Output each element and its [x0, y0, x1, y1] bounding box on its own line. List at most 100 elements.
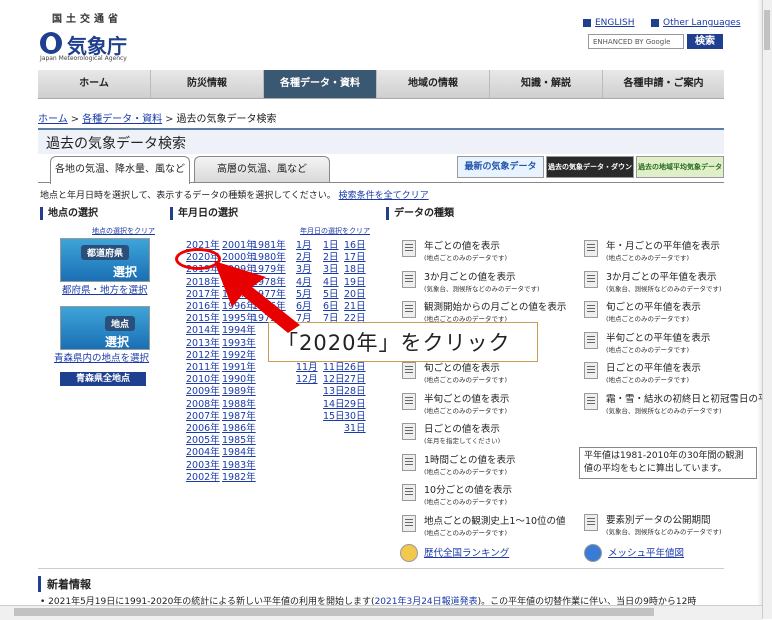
year-option[interactable]: 2003年	[186, 460, 220, 472]
point-link[interactable]: 青森県内の地点を選択	[54, 350, 149, 364]
table-icon[interactable]	[584, 331, 598, 349]
year-option[interactable]: 2009年	[186, 386, 220, 398]
year-option[interactable]: 2002年	[186, 472, 220, 484]
day-option[interactable]: 2日	[323, 252, 345, 264]
horizontal-scroll-thumb[interactable]	[14, 608, 654, 616]
day-option[interactable]: 16日	[344, 240, 366, 252]
all-points-button[interactable]: 青森県全地点	[60, 372, 146, 386]
mesh-normals-link[interactable]: メッシュ平年値図	[608, 545, 684, 559]
year-option[interactable]: 1982年	[222, 472, 256, 484]
year-option[interactable]: 1987年	[222, 411, 256, 423]
day-option[interactable]: 27日	[344, 374, 366, 386]
day-option[interactable]: 14日	[323, 399, 345, 411]
vertical-scroll-thumb[interactable]	[764, 10, 770, 50]
data-type-title[interactable]: 1時間ごとの値を表示	[424, 452, 515, 466]
day-option[interactable]: 12日	[323, 374, 345, 386]
data-type-title[interactable]: 年ごとの値を表示	[424, 238, 500, 252]
data-type-title[interactable]: 日ごとの平年値を表示	[606, 360, 701, 374]
year-option[interactable]: 1990年	[222, 374, 256, 386]
day-option[interactable]: 5日	[323, 289, 345, 301]
day-option[interactable]: 6日	[323, 301, 345, 313]
data-type-title[interactable]: 地点ごとの観測史上1〜10位の値	[424, 513, 566, 527]
year-option[interactable]: 1988年	[222, 399, 256, 411]
other-languages-link[interactable]: Other Languages	[651, 18, 741, 28]
year-option[interactable]: 2012年	[186, 350, 220, 362]
year-option[interactable]: 1981年	[252, 240, 286, 252]
table-icon[interactable]	[584, 240, 598, 257]
data-type-title[interactable]: 観測開始からの月ごとの値を表示	[424, 299, 566, 313]
year-option[interactable]: 2006年	[186, 423, 220, 435]
english-link[interactable]: ENGLISH	[583, 18, 635, 28]
latest-data-banner[interactable]: 最新の気象データ	[457, 156, 544, 178]
day-option[interactable]: 30日	[344, 411, 366, 423]
day-option[interactable]: 17日	[344, 252, 366, 264]
table-icon[interactable]	[584, 392, 598, 410]
data-type-title[interactable]: 半旬ごとの平年値を表示	[606, 330, 710, 344]
data-type-title[interactable]: 日ごとの値を表示	[424, 421, 500, 435]
nav-disaster-info[interactable]: 防災情報	[151, 70, 264, 98]
clear-all-link[interactable]: 検索条件を全てクリア	[339, 191, 429, 201]
day-option[interactable]: 28日	[344, 386, 366, 398]
table-icon[interactable]	[402, 453, 416, 471]
regional-normals-banner[interactable]: 過去の地域平均気象データ	[636, 156, 724, 178]
year-option[interactable]: 2001年	[222, 240, 256, 252]
download-banner[interactable]: 過去の気象データ・ダウンロード	[546, 156, 634, 191]
prefecture-link[interactable]: 都府県・地方を選択	[62, 282, 148, 296]
nav-home[interactable]: ホーム	[38, 70, 151, 98]
day-option[interactable]: 1日	[323, 240, 345, 252]
tab-surface[interactable]: 各地の気温、降水量、風など	[50, 156, 190, 184]
day-option[interactable]: 21日	[344, 301, 366, 313]
table-icon[interactable]	[402, 423, 416, 440]
year-option[interactable]: 2010年	[186, 374, 220, 386]
vertical-scrollbar[interactable]	[762, 0, 772, 619]
year-option[interactable]: 1984年	[222, 447, 256, 459]
tab-upper-air[interactable]: 高層の気温、風など	[194, 156, 330, 183]
breadcrumb-home[interactable]: ホーム	[38, 114, 68, 125]
table-icon[interactable]	[402, 362, 416, 379]
breadcrumb-data[interactable]: 各種データ・資料	[82, 114, 162, 125]
clear-location-link[interactable]: 地点の選択をクリア	[92, 226, 155, 236]
day-option[interactable]: 13日	[323, 386, 345, 398]
year-option[interactable]: 1993年	[222, 338, 256, 350]
table-icon[interactable]	[402, 514, 416, 532]
table-icon[interactable]	[584, 270, 598, 288]
data-type-title[interactable]: 要素別データの公開期間	[606, 512, 711, 526]
clear-date-link[interactable]: 年月日の選択をクリア	[300, 226, 370, 236]
year-option[interactable]: 2013年	[186, 338, 220, 350]
data-type-title[interactable]: 半旬ごとの値を表示	[424, 391, 509, 405]
point-select-button[interactable]: 地点 選択	[60, 306, 150, 350]
search-input[interactable]: ENHANCED BY Google	[588, 34, 684, 49]
year-option[interactable]: 2008年	[186, 399, 220, 411]
day-option[interactable]: 20日	[344, 289, 366, 301]
search-button[interactable]: 検索	[687, 34, 723, 49]
jma-logo-icon[interactable]	[40, 32, 62, 54]
nav-knowledge[interactable]: 知識・解説	[490, 70, 603, 98]
nav-applications[interactable]: 各種申請・ご案内	[603, 70, 724, 98]
day-option[interactable]: 4日	[323, 277, 345, 289]
day-option[interactable]: 19日	[344, 277, 366, 289]
table-icon[interactable]	[584, 301, 598, 318]
nav-data-materials[interactable]: 各種データ・資料	[264, 70, 377, 98]
year-option[interactable]: 2007年	[186, 411, 220, 423]
data-type-title[interactable]: 旬ごとの平年値を表示	[606, 299, 701, 313]
data-type-title[interactable]: 3か月ごとの平年値を表示	[606, 269, 716, 283]
year-option[interactable]: 2005年	[186, 435, 220, 447]
table-icon[interactable]	[584, 362, 598, 379]
year-option[interactable]: 1989年	[222, 386, 256, 398]
day-option[interactable]: 26日	[344, 362, 366, 374]
table-icon[interactable]	[402, 392, 416, 410]
day-option[interactable]: 11日	[323, 362, 345, 374]
month-option[interactable]: 12月	[296, 374, 318, 386]
year-option[interactable]: 1983年	[222, 460, 256, 472]
table-icon[interactable]	[402, 484, 416, 501]
year-option[interactable]: 1986年	[222, 423, 256, 435]
data-type-title[interactable]: 年・月ごとの平年値を表示	[606, 238, 720, 252]
day-option[interactable]: 29日	[344, 399, 366, 411]
table-icon[interactable]	[402, 240, 416, 257]
ranking-link[interactable]: 歴代全国ランキング	[424, 545, 509, 559]
month-option[interactable]: 11月	[296, 362, 318, 374]
day-option[interactable]: 15日	[323, 411, 345, 423]
month-option[interactable]: 1月	[296, 240, 318, 252]
year-option[interactable]: 1985年	[222, 435, 256, 447]
day-option[interactable]: 18日	[344, 264, 366, 276]
